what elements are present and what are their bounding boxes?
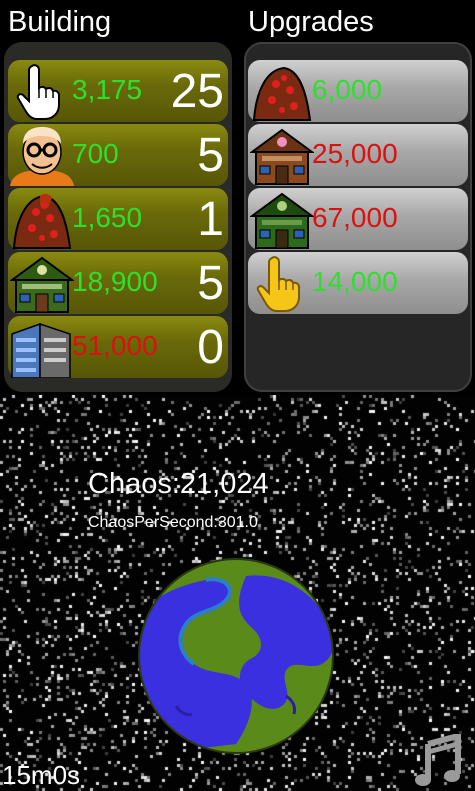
red-volcano-icon (252, 66, 312, 121)
hand-pointer-icon (16, 64, 60, 120)
building-row-pointer[interactable]: 3,175 25 (8, 60, 228, 122)
yellow-hand-icon (256, 256, 300, 312)
upgrade-row-yellow-hand[interactable]: 14,000 (248, 252, 468, 314)
green-school-icon (250, 192, 314, 249)
building-cost: 3,175 (72, 74, 143, 105)
building-cost: 18,900 (72, 266, 158, 297)
elapsed-timer: 15m0s (2, 760, 81, 790)
red-volcano-icon (12, 193, 72, 249)
building-cost: 1,650 (72, 202, 143, 233)
building-title: Building (8, 6, 112, 38)
building-row-volcano[interactable]: 1,650 1 (8, 188, 228, 250)
building-count: 0 (197, 321, 224, 374)
upgrade-cost: 6,000 (312, 74, 383, 105)
brown-school-icon (250, 128, 314, 185)
building-count: 25 (170, 65, 224, 118)
nerd-man-icon (10, 127, 74, 186)
building-row-office[interactable]: 51,000 0 (8, 316, 228, 378)
chaos-per-second: ChaosPerSecond:301.0 (88, 514, 258, 531)
music-note-icon[interactable] (414, 734, 466, 788)
building-count: 5 (197, 129, 224, 182)
green-school-icon (10, 256, 74, 313)
chaos-counter: Chaos:21,024 (88, 468, 269, 500)
building-cost: 700 (72, 138, 119, 169)
building-count: 1 (197, 193, 224, 246)
upgrade-cost: 14,000 (312, 266, 398, 297)
upgrades-title: Upgrades (248, 6, 374, 38)
building-row-nerd[interactable]: 700 5 (8, 124, 228, 186)
earth-planet[interactable] (136, 556, 336, 756)
upgrade-row-volcano[interactable]: 6,000 (248, 60, 468, 122)
office-building-icon (11, 322, 71, 378)
building-count: 5 (197, 257, 224, 310)
upgrade-row-brown-school[interactable]: 25,000 (248, 124, 468, 186)
building-cost: 51,000 (72, 330, 158, 361)
upgrade-row-green-school[interactable]: 67,000 (248, 188, 468, 250)
building-row-school[interactable]: 18,900 5 (8, 252, 228, 314)
upgrade-cost: 67,000 (312, 202, 398, 233)
upgrade-cost: 25,000 (312, 138, 398, 169)
